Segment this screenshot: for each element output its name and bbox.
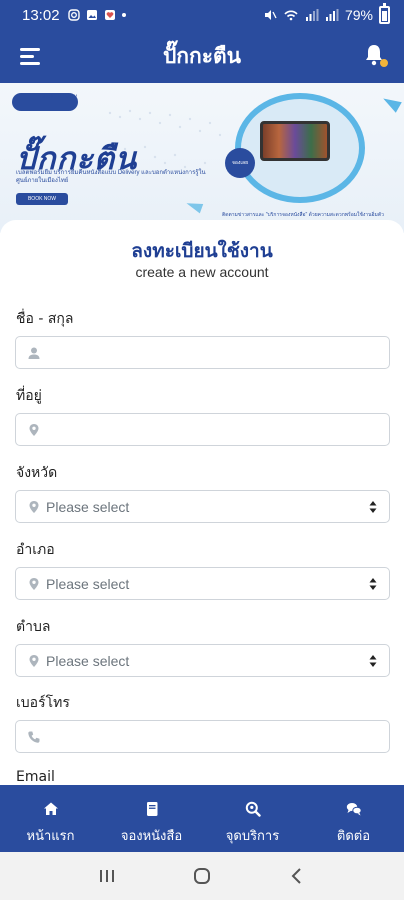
phone-icon	[28, 731, 40, 743]
phone-books-illustration	[260, 121, 330, 161]
signal-icon	[305, 9, 319, 21]
recent-apps-button[interactable]	[95, 864, 119, 888]
gallery-icon	[86, 10, 97, 20]
province-select-value: Please select	[46, 499, 130, 515]
name-label: ชื่อ - สกุล	[16, 311, 74, 327]
bottom-nav: หน้าแรก จองหนังสือ จุดบริการ ติดต่อ	[0, 785, 404, 852]
search-location-icon	[245, 801, 261, 817]
home-icon	[43, 802, 58, 815]
address-label: ที่อยู่	[16, 388, 42, 404]
banner-note: ติดตามข่าวสารและ "บริการจองหนังสือ" ด้วย…	[222, 212, 384, 218]
nav-book[interactable]: จองหนังสือ	[101, 785, 202, 852]
map-marker-icon	[29, 655, 39, 667]
nav-contact-label: ติดต่อ	[336, 829, 371, 844]
chat-icon	[346, 803, 362, 816]
subdistrict-select[interactable]: Please select	[15, 644, 390, 677]
nav-service-points[interactable]: จุดบริการ	[202, 785, 303, 852]
subdistrict-label: ตำบล	[16, 619, 51, 635]
menu-icon-line	[20, 62, 40, 65]
name-field[interactable]	[15, 336, 390, 369]
system-nav-bar	[0, 852, 404, 900]
nav-service-points-label: จุดบริการ	[225, 829, 280, 844]
district-select-value: Please select	[46, 576, 130, 592]
app-bar: ปั๊กกะตืน	[0, 30, 404, 83]
app-title: ปั๊กกะตืน	[162, 44, 242, 68]
home-circle-icon	[193, 868, 210, 884]
select-caret-icon	[369, 655, 377, 667]
form-subtitle: create a new account	[135, 264, 269, 280]
back-chevron-icon	[291, 868, 301, 884]
nav-book-label: จองหนังสือ	[120, 829, 183, 844]
user-icon	[28, 347, 40, 359]
recent-apps-icon	[100, 870, 115, 882]
notification-dot	[380, 59, 388, 67]
province-label: จังหวัด	[16, 465, 58, 481]
back-button[interactable]	[285, 864, 309, 888]
battery-percent: 79%	[344, 7, 373, 23]
form-title: ลงทะเบียนใช้งาน	[131, 240, 273, 262]
mute-icon	[264, 10, 277, 20]
home-button[interactable]	[190, 864, 214, 888]
menu-button[interactable]	[20, 48, 42, 66]
select-caret-icon	[369, 578, 377, 590]
registration-card: ลงทะเบียนใช้งาน create a new account ชื่…	[0, 220, 404, 800]
district-select[interactable]: Please select	[15, 567, 390, 600]
badge: จองเลย	[225, 148, 255, 178]
menu-icon-line	[20, 55, 34, 58]
subdistrict-select-value: Please select	[46, 653, 130, 669]
phone-label: เบอร์โทร	[16, 695, 70, 711]
signal-2-icon	[325, 9, 339, 21]
book-now-button[interactable]: BOOK NOW	[16, 193, 68, 205]
banner-description: เบลตฟอร์มยืม บริการยืมคืนหนังสือแบบ Deli…	[16, 170, 206, 184]
nav-contact[interactable]: ติดต่อ	[303, 785, 404, 852]
status-right: 79%	[263, 3, 390, 24]
heart-app-icon	[104, 10, 115, 20]
logo-text: Book Delivery	[40, 94, 78, 100]
wifi-calling-icon	[284, 10, 298, 21]
phone-field[interactable]	[15, 720, 390, 753]
email-label: Email	[16, 769, 55, 785]
nav-home-label: หน้าแรก	[26, 829, 75, 844]
nav-home[interactable]: หน้าแรก	[0, 785, 101, 852]
menu-icon-line	[20, 48, 40, 51]
battery-icon	[379, 3, 390, 24]
status-time: 13:02	[22, 6, 60, 24]
map-marker-icon	[29, 424, 39, 436]
province-select[interactable]: Please select	[15, 490, 390, 523]
select-caret-icon	[369, 501, 377, 513]
address-field[interactable]	[15, 413, 390, 446]
promo-banner[interactable]: Book Delivery ปั๊กกะตืน เบลตฟอร์มยืม บริ…	[0, 83, 404, 233]
map-marker-icon	[29, 578, 39, 590]
dot-icon	[121, 13, 126, 17]
map-marker-icon	[29, 501, 39, 513]
status-notification-icons	[67, 9, 126, 21]
notification-button[interactable]	[362, 43, 388, 71]
status-bar: 13:02 79%	[0, 0, 404, 30]
district-label: อำเภอ	[16, 542, 55, 558]
book-icon	[146, 802, 157, 816]
instagram-icon	[67, 9, 80, 21]
